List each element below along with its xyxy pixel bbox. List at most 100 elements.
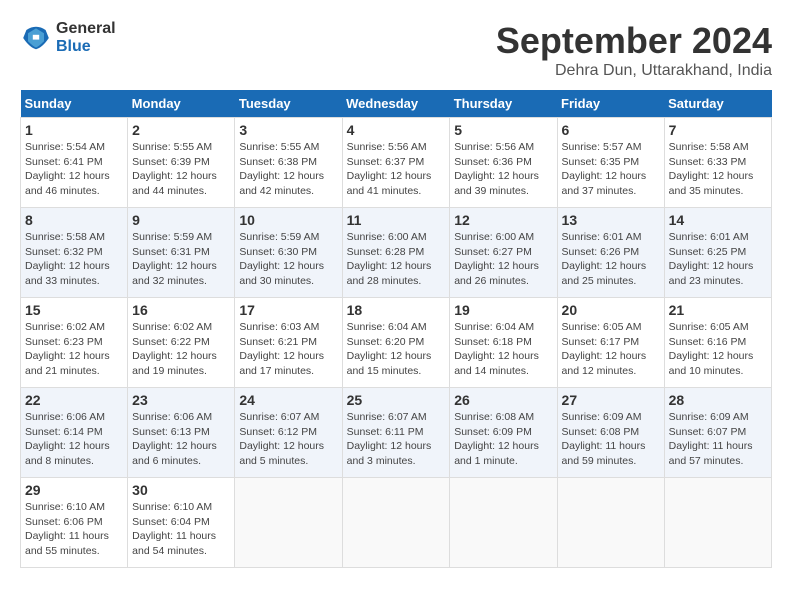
logo-text: General Blue xyxy=(56,20,116,55)
day-info: Sunrise: 6:02 AMSunset: 6:23 PMDaylight:… xyxy=(25,320,123,379)
day-info: Sunrise: 6:04 AMSunset: 6:18 PMDaylight:… xyxy=(454,320,552,379)
empty-cell xyxy=(342,478,450,568)
day-info: Sunrise: 6:09 AMSunset: 6:07 PMDaylight:… xyxy=(669,410,767,469)
day-number: 11 xyxy=(347,212,446,228)
day-info: Sunrise: 5:55 AMSunset: 6:38 PMDaylight:… xyxy=(239,140,337,199)
col-thursday: Thursday xyxy=(450,90,557,118)
day-info: Sunrise: 5:55 AMSunset: 6:39 PMDaylight:… xyxy=(132,140,230,199)
empty-cell xyxy=(664,478,771,568)
calendar-day-cell: 24Sunrise: 6:07 AMSunset: 6:12 PMDayligh… xyxy=(235,388,342,478)
calendar-day-cell: 7 Sunrise: 5:58 AMSunset: 6:33 PMDaylight… xyxy=(664,118,771,208)
day-number: 18 xyxy=(347,302,446,318)
day-number: 4 xyxy=(347,122,446,138)
day-info: Sunrise: 6:01 AMSunset: 6:26 PMDaylight:… xyxy=(562,230,660,289)
day-info: Sunrise: 6:04 AMSunset: 6:20 PMDaylight:… xyxy=(347,320,446,379)
day-number: 15 xyxy=(25,302,123,318)
calendar-day-cell: 27Sunrise: 6:09 AMSunset: 6:08 PMDayligh… xyxy=(557,388,664,478)
logo-general-text: General xyxy=(56,20,116,38)
day-number: 10 xyxy=(239,212,337,228)
day-info: Sunrise: 5:58 AMSunset: 6:33 PMDaylight:… xyxy=(669,140,767,199)
day-number: 1 xyxy=(25,122,123,138)
calendar-day-cell: 9Sunrise: 5:59 AMSunset: 6:31 PMDaylight… xyxy=(128,208,235,298)
month-title: September 2024 xyxy=(496,20,772,62)
day-number: 30 xyxy=(132,482,230,498)
calendar-week-row: 29 Sunrise: 6:10 AMSunset: 6:06 PMDayligh… xyxy=(21,478,772,568)
day-number: 29 xyxy=(25,482,123,498)
calendar-day-cell: 14Sunrise: 6:01 AMSunset: 6:25 PMDayligh… xyxy=(664,208,771,298)
day-info: Sunrise: 6:02 AMSunset: 6:22 PMDaylight:… xyxy=(132,320,230,379)
day-number: 14 xyxy=(669,212,767,228)
day-number: 2 xyxy=(132,122,230,138)
day-number: 24 xyxy=(239,392,337,408)
day-info: Sunrise: 6:00 AMSunset: 6:27 PMDaylight:… xyxy=(454,230,552,289)
logo-icon xyxy=(20,22,52,54)
calendar-day-cell: 18 Sunrise: 6:04 AMSunset: 6:20 PMDayligh… xyxy=(342,298,450,388)
calendar-week-row: 1 Sunrise: 5:54 AMSunset: 6:41 PMDaylight… xyxy=(21,118,772,208)
location: Dehra Dun, Uttarakhand, India xyxy=(496,62,772,80)
day-info: Sunrise: 6:07 AMSunset: 6:11 PMDaylight:… xyxy=(347,410,446,469)
day-number: 13 xyxy=(562,212,660,228)
day-info: Sunrise: 6:10 AMSunset: 6:04 PMDaylight:… xyxy=(132,500,230,559)
day-number: 16 xyxy=(132,302,230,318)
calendar-day-cell: 23 Sunrise: 6:06 AMSunset: 6:13 PMDayligh… xyxy=(128,388,235,478)
day-info: Sunrise: 6:00 AMSunset: 6:28 PMDaylight:… xyxy=(347,230,446,289)
calendar-day-cell: 25 Sunrise: 6:07 AMSunset: 6:11 PMDayligh… xyxy=(342,388,450,478)
calendar-day-cell: 26 Sunrise: 6:08 AMSunset: 6:09 PMDayligh… xyxy=(450,388,557,478)
day-info: Sunrise: 6:10 AMSunset: 6:06 PMDaylight:… xyxy=(25,500,123,559)
day-number: 19 xyxy=(454,302,552,318)
day-number: 3 xyxy=(239,122,337,138)
calendar-day-cell: 19 Sunrise: 6:04 AMSunset: 6:18 PMDayligh… xyxy=(450,298,557,388)
calendar-week-row: 22Sunrise: 6:06 AMSunset: 6:14 PMDayligh… xyxy=(21,388,772,478)
calendar-day-cell: 21 Sunrise: 6:05 AMSunset: 6:16 PMDayligh… xyxy=(664,298,771,388)
calendar-table: Sunday Monday Tuesday Wednesday Thursday… xyxy=(20,90,772,568)
col-friday: Friday xyxy=(557,90,664,118)
day-number: 17 xyxy=(239,302,337,318)
calendar-day-cell: 15 Sunrise: 6:02 AMSunset: 6:23 PMDayligh… xyxy=(21,298,128,388)
calendar-day-cell: 10Sunrise: 5:59 AMSunset: 6:30 PMDayligh… xyxy=(235,208,342,298)
day-number: 23 xyxy=(132,392,230,408)
day-info: Sunrise: 6:09 AMSunset: 6:08 PMDaylight:… xyxy=(562,410,660,469)
col-sunday: Sunday xyxy=(21,90,128,118)
col-tuesday: Tuesday xyxy=(235,90,342,118)
day-info: Sunrise: 6:06 AMSunset: 6:13 PMDaylight:… xyxy=(132,410,230,469)
empty-cell xyxy=(235,478,342,568)
calendar-day-cell: 1 Sunrise: 5:54 AMSunset: 6:41 PMDaylight… xyxy=(21,118,128,208)
day-number: 6 xyxy=(562,122,660,138)
calendar-day-cell: 29 Sunrise: 6:10 AMSunset: 6:06 PMDayligh… xyxy=(21,478,128,568)
day-info: Sunrise: 5:54 AMSunset: 6:41 PMDaylight:… xyxy=(25,140,123,199)
day-number: 26 xyxy=(454,392,552,408)
calendar-day-cell: 8Sunrise: 5:58 AMSunset: 6:32 PMDaylight… xyxy=(21,208,128,298)
calendar-day-cell: 11 Sunrise: 6:00 AMSunset: 6:28 PMDayligh… xyxy=(342,208,450,298)
day-number: 22 xyxy=(25,392,123,408)
calendar-day-cell: 20 Sunrise: 6:05 AMSunset: 6:17 PMDayligh… xyxy=(557,298,664,388)
calendar-day-cell: 30 Sunrise: 6:10 AMSunset: 6:04 PMDayligh… xyxy=(128,478,235,568)
calendar-day-cell: 5 Sunrise: 5:56 AMSunset: 6:36 PMDaylight… xyxy=(450,118,557,208)
empty-cell xyxy=(450,478,557,568)
col-wednesday: Wednesday xyxy=(342,90,450,118)
day-info: Sunrise: 6:08 AMSunset: 6:09 PMDaylight:… xyxy=(454,410,552,469)
calendar-day-cell: 2 Sunrise: 5:55 AMSunset: 6:39 PMDaylight… xyxy=(128,118,235,208)
calendar-day-cell: 16 Sunrise: 6:02 AMSunset: 6:22 PMDayligh… xyxy=(128,298,235,388)
day-number: 7 xyxy=(669,122,767,138)
day-number: 25 xyxy=(347,392,446,408)
day-info: Sunrise: 5:56 AMSunset: 6:37 PMDaylight:… xyxy=(347,140,446,199)
day-info: Sunrise: 6:05 AMSunset: 6:17 PMDaylight:… xyxy=(562,320,660,379)
day-number: 5 xyxy=(454,122,552,138)
day-info: Sunrise: 6:05 AMSunset: 6:16 PMDaylight:… xyxy=(669,320,767,379)
day-number: 21 xyxy=(669,302,767,318)
calendar-header-row: Sunday Monday Tuesday Wednesday Thursday… xyxy=(21,90,772,118)
day-number: 12 xyxy=(454,212,552,228)
calendar-day-cell: 22Sunrise: 6:06 AMSunset: 6:14 PMDayligh… xyxy=(21,388,128,478)
calendar-day-cell: 6Sunrise: 5:57 AMSunset: 6:35 PMDaylight… xyxy=(557,118,664,208)
calendar-day-cell: 28Sunrise: 6:09 AMSunset: 6:07 PMDayligh… xyxy=(664,388,771,478)
col-saturday: Saturday xyxy=(664,90,771,118)
day-number: 20 xyxy=(562,302,660,318)
day-info: Sunrise: 5:56 AMSunset: 6:36 PMDaylight:… xyxy=(454,140,552,199)
logo-blue-text: Blue xyxy=(56,38,116,56)
calendar-day-cell: 12 Sunrise: 6:00 AMSunset: 6:27 PMDayligh… xyxy=(450,208,557,298)
logo: General Blue xyxy=(20,20,116,55)
empty-cell xyxy=(557,478,664,568)
calendar-day-cell: 4 Sunrise: 5:56 AMSunset: 6:37 PMDaylight… xyxy=(342,118,450,208)
page-header: General Blue September 2024 Dehra Dun, U… xyxy=(20,20,772,80)
day-info: Sunrise: 6:03 AMSunset: 6:21 PMDaylight:… xyxy=(239,320,337,379)
